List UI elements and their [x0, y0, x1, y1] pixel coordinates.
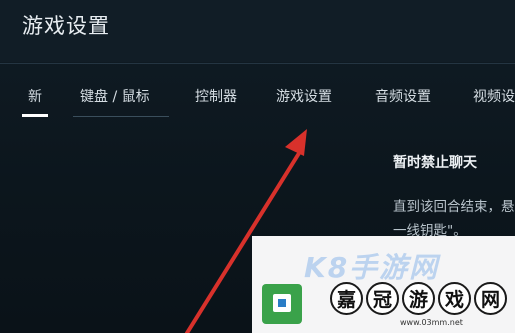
watermark-char: 游	[402, 282, 435, 315]
watermark: K8手游网 嘉 冠 游 戏 网 www.03mm.net	[252, 236, 515, 333]
watermark-brand-chars: 嘉 冠 游 戏 网	[330, 282, 507, 318]
watermark-logo-icon	[262, 284, 302, 324]
watermark-url: www.03mm.net	[400, 318, 463, 327]
game-settings-screen: 游戏设置 新 键盘 / 鼠标 控制器 游戏设置 音频设置 视频设 暂时禁止聊天 …	[0, 0, 515, 333]
watermark-char: 网	[474, 282, 507, 315]
watermark-char: 冠	[366, 282, 399, 315]
watermark-brand-ghost: K8手游网	[304, 251, 440, 284]
watermark-char: 戏	[438, 282, 471, 315]
watermark-char: 嘉	[330, 282, 363, 315]
